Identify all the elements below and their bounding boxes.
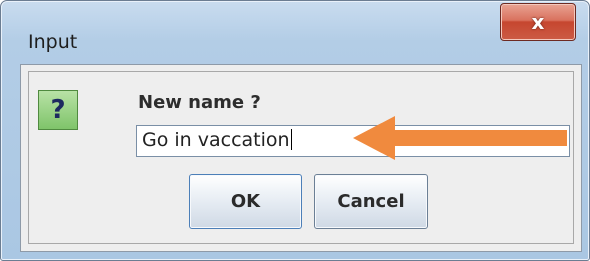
close-button[interactable]: x: [500, 3, 576, 41]
question-icon-glyph: ?: [50, 95, 66, 125]
question-icon: ?: [38, 90, 78, 130]
annotation-arrow-shape: [353, 116, 567, 160]
title-bar[interactable]: Input x: [1, 1, 589, 63]
name-input-value: Go in vaccation: [142, 129, 290, 151]
text-caret: [290, 129, 292, 150]
prompt-label: New name ?: [138, 92, 261, 113]
close-icon: x: [531, 10, 545, 34]
arrow-left-annotation: [353, 116, 567, 160]
window-title: Input: [28, 31, 78, 53]
input-dialog-window: Input x ? New name ? Go in vaccation OK …: [0, 0, 590, 261]
ok-button[interactable]: OK: [189, 174, 302, 229]
cancel-button[interactable]: Cancel: [314, 174, 428, 229]
